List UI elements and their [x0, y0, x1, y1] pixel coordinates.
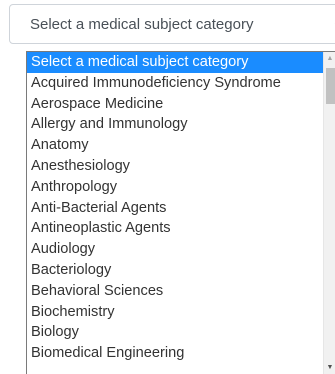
page: Select a medical subject category ⌄ Sele…: [0, 0, 335, 374]
dropdown-scrollbar[interactable]: ▲ ▼: [323, 52, 335, 374]
option-anthropology[interactable]: Anthropology: [27, 177, 323, 198]
option-anesthesiology[interactable]: Anesthesiology: [27, 156, 323, 177]
option-audiology[interactable]: Audiology: [27, 239, 323, 260]
dropdown-listbox[interactable]: Select a medical subject category Acquir…: [26, 51, 335, 374]
option-select-category[interactable]: Select a medical subject category: [27, 52, 323, 73]
options-list: Select a medical subject category Acquir…: [27, 52, 323, 364]
scrollbar-thumb[interactable]: [326, 68, 335, 104]
option-aerospace-medicine[interactable]: Aerospace Medicine: [27, 94, 323, 115]
select-value: Select a medical subject category: [30, 16, 254, 33]
scroll-up-arrow-icon[interactable]: ▲: [324, 52, 335, 66]
option-anatomy[interactable]: Anatomy: [27, 135, 323, 156]
subject-category-select[interactable]: Select a medical subject category ⌄: [9, 4, 335, 44]
option-biomedical-engineering[interactable]: Biomedical Engineering: [27, 343, 323, 364]
option-allergy-and-immunology[interactable]: Allergy and Immunology: [27, 114, 323, 135]
option-biology[interactable]: Biology: [27, 322, 323, 343]
option-bacteriology[interactable]: Bacteriology: [27, 260, 323, 281]
option-antineoplastic-agents[interactable]: Antineoplastic Agents: [27, 218, 323, 239]
option-biochemistry[interactable]: Biochemistry: [27, 302, 323, 323]
option-anti-bacterial-agents[interactable]: Anti-Bacterial Agents: [27, 198, 323, 219]
option-behavioral-sciences[interactable]: Behavioral Sciences: [27, 281, 323, 302]
option-acquired-immunodeficiency-syndrome[interactable]: Acquired Immunodeficiency Syndrome: [27, 73, 323, 94]
scroll-down-arrow-icon[interactable]: ▼: [324, 361, 335, 374]
